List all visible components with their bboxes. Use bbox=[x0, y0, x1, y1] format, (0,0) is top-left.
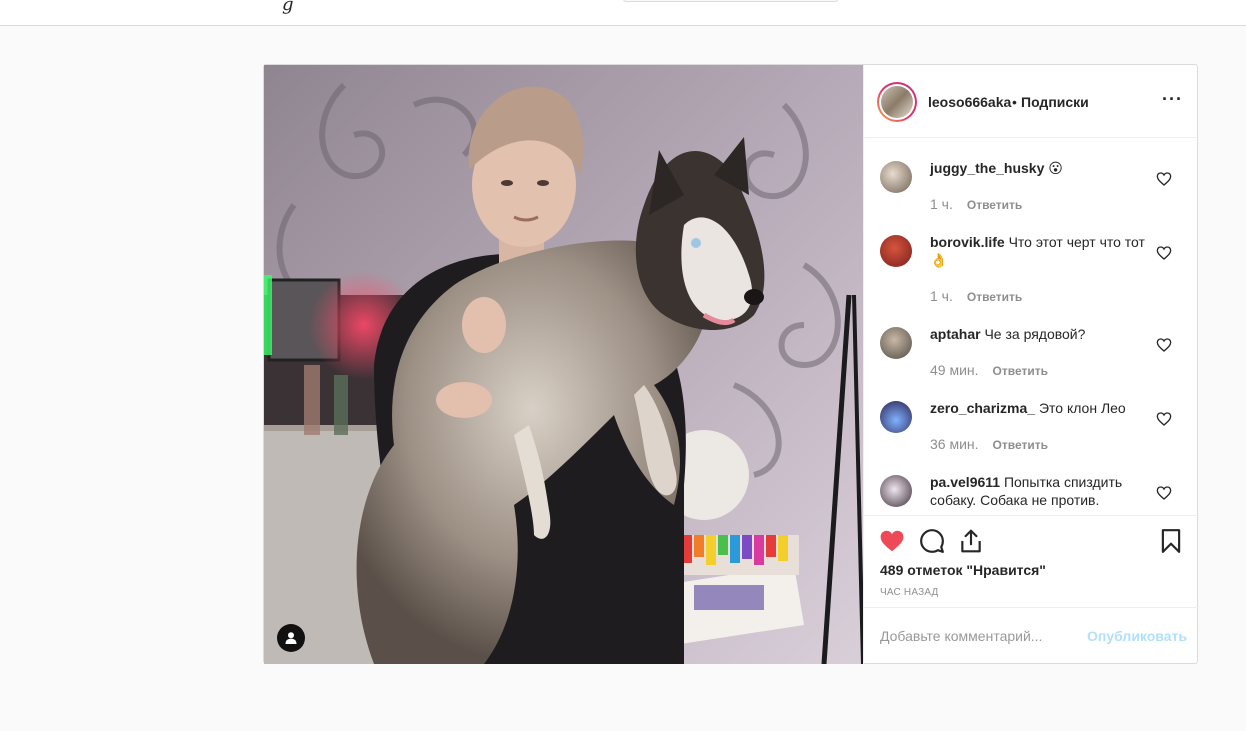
share-icon[interactable] bbox=[958, 528, 984, 554]
following-button[interactable]: Подписки bbox=[1021, 94, 1089, 110]
comments-list[interactable]: juggy_the_husky 😮 1 ч. Ответить borovik.l… bbox=[864, 139, 1199, 515]
user-tag-icon bbox=[285, 632, 297, 644]
header-separator: • bbox=[1012, 94, 1017, 110]
heart-outline-icon[interactable] bbox=[1156, 171, 1172, 187]
comment-body: aptahar Че за рядовой? bbox=[930, 325, 1146, 343]
user-tag-button[interactable] bbox=[277, 624, 305, 652]
commenter-username[interactable]: juggy_the_husky bbox=[930, 160, 1044, 176]
comment-text: 😮 bbox=[1048, 160, 1063, 176]
commenter-avatar[interactable] bbox=[880, 475, 912, 507]
heart-outline-icon[interactable] bbox=[1156, 245, 1172, 261]
commenter-username[interactable]: zero_charizma_ bbox=[930, 400, 1035, 416]
comment-time[interactable]: 1 ч. bbox=[930, 196, 953, 212]
likes-count[interactable]: 489 отметок "Нравится" bbox=[880, 562, 1046, 578]
commenter-avatar[interactable] bbox=[880, 235, 912, 267]
comment-body: pa.vel9611 Попытка спиздить собаку. Соба… bbox=[930, 473, 1146, 509]
comment-meta: 1 ч. Ответить bbox=[930, 196, 1022, 212]
comment-time[interactable]: 49 мин. bbox=[930, 362, 979, 378]
post-photo[interactable] bbox=[264, 65, 863, 664]
comment-input[interactable] bbox=[880, 626, 1070, 646]
comment-icon[interactable] bbox=[919, 528, 945, 554]
comment-time[interactable]: 36 мин. bbox=[930, 436, 979, 452]
heart-outline-icon[interactable] bbox=[1156, 411, 1172, 427]
post-actions: 489 отметок "Нравится" ЧАС НАЗАД bbox=[864, 515, 1199, 607]
comment-text: Это клон Лео bbox=[1038, 400, 1126, 416]
reply-button[interactable]: Ответить bbox=[993, 438, 1048, 452]
add-comment-form: Опубликовать bbox=[864, 607, 1199, 664]
publish-button[interactable]: Опубликовать bbox=[1087, 628, 1187, 644]
search-input[interactable] bbox=[623, 0, 838, 2]
heart-icon[interactable] bbox=[879, 528, 905, 554]
comment-body: juggy_the_husky 😮 bbox=[930, 159, 1146, 177]
post-header: leoso666aka • Подписки ··· bbox=[864, 65, 1199, 138]
post-image bbox=[264, 65, 863, 664]
commenter-avatar[interactable] bbox=[880, 327, 912, 359]
commenter-username[interactable]: aptahar bbox=[930, 326, 981, 342]
post-side-panel: leoso666aka • Подписки ··· juggy_the_hus… bbox=[863, 65, 1199, 664]
comment-body: borovik.life Что этот черт что тот 👌 bbox=[930, 233, 1146, 269]
comment-meta: 36 мин. Ответить bbox=[930, 436, 1048, 452]
heart-outline-icon[interactable] bbox=[1156, 485, 1172, 501]
reply-button[interactable]: Ответить bbox=[993, 364, 1048, 378]
comment-time[interactable]: 1 ч. bbox=[930, 288, 953, 304]
ellipsis-icon[interactable]: ··· bbox=[1162, 90, 1186, 111]
post-card: leoso666aka • Подписки ··· juggy_the_hus… bbox=[263, 64, 1199, 664]
post-timestamp[interactable]: ЧАС НАЗАД bbox=[880, 587, 939, 598]
top-navigation: g bbox=[0, 0, 1246, 26]
reply-button[interactable]: Ответить bbox=[967, 198, 1022, 212]
author-username[interactable]: leoso666aka bbox=[928, 94, 1011, 110]
comment-meta: 49 мин. Ответить bbox=[930, 362, 1048, 378]
commenter-avatar[interactable] bbox=[880, 401, 912, 433]
comment-body: zero_charizma_ Это клон Лео bbox=[930, 399, 1146, 417]
author-avatar[interactable] bbox=[877, 82, 917, 122]
instagram-logo[interactable]: g bbox=[282, 0, 294, 15]
bookmark-icon[interactable] bbox=[1158, 528, 1184, 554]
commenter-username[interactable]: pa.vel9611 bbox=[930, 474, 1000, 490]
commenter-avatar[interactable] bbox=[880, 161, 912, 193]
heart-outline-icon[interactable] bbox=[1156, 337, 1172, 353]
comment-text: Че за рядовой? bbox=[984, 326, 1086, 342]
commenter-username[interactable]: borovik.life bbox=[930, 234, 1005, 250]
comment-meta: 1 ч. Ответить bbox=[930, 288, 1022, 304]
reply-button[interactable]: Ответить bbox=[967, 290, 1022, 304]
